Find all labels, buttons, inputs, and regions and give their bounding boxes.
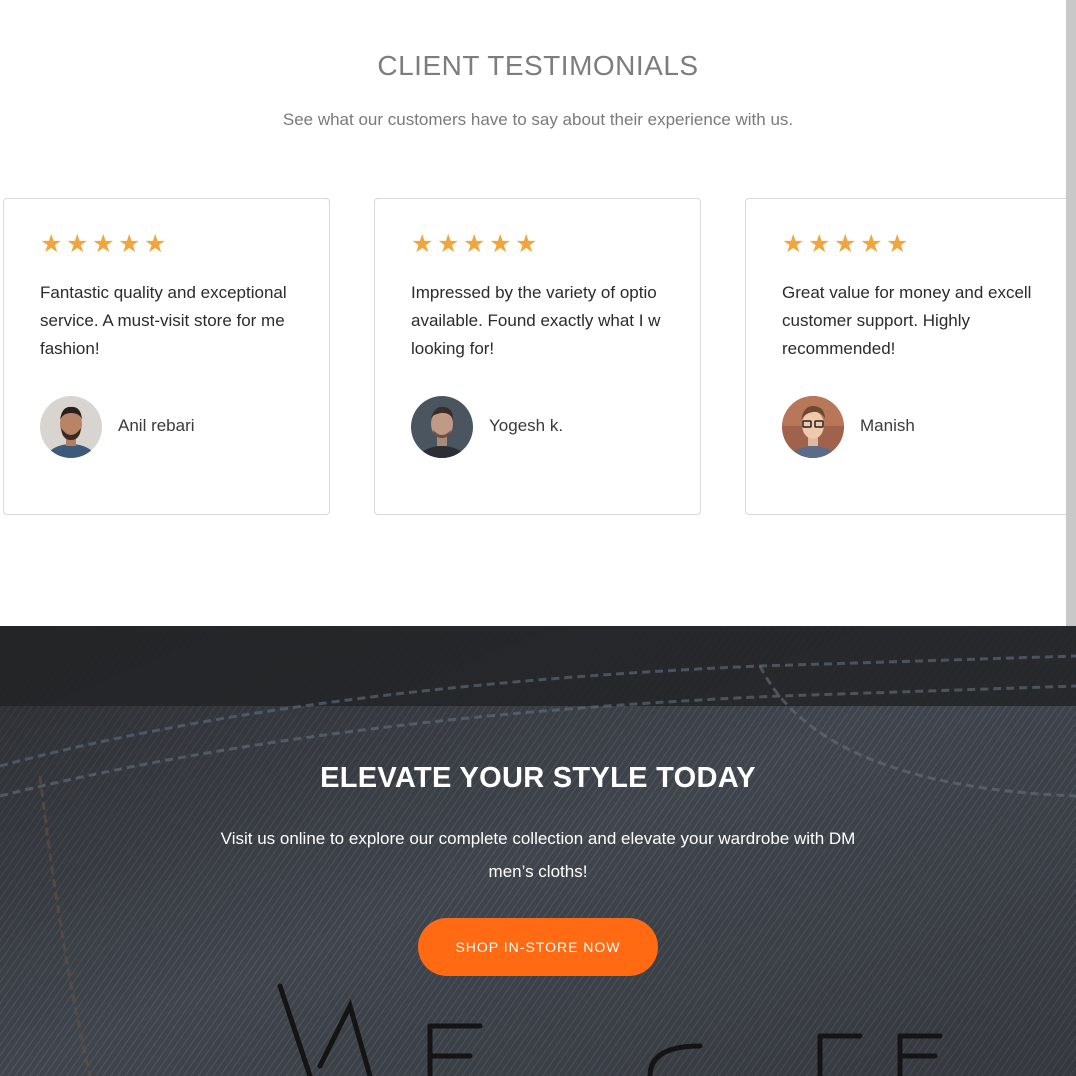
star-rating: ★ ★ ★ ★ ★	[411, 229, 541, 259]
avatar	[782, 396, 844, 458]
testimonial-card: ★ ★ ★ ★ ★ Great value for money and excell c…	[745, 198, 1066, 515]
author-name: Yogesh k.	[489, 416, 564, 435]
testimonial-quote: Impressed by the variety of optio availa…	[411, 283, 661, 358]
testimonial-card: ★ ★ ★ ★ ★ Impressed by the variety of optio …	[374, 198, 701, 515]
star-icon: ★	[40, 230, 64, 258]
star-icon: ★	[118, 230, 142, 258]
star-icon: ★	[808, 230, 832, 258]
star-icon: ★	[66, 230, 90, 258]
star-icon: ★	[437, 230, 461, 258]
star-icon: ★	[886, 230, 910, 258]
author-name: Manish	[860, 416, 915, 435]
avatar	[411, 396, 473, 458]
star-icon: ★	[463, 230, 487, 258]
star-icon: ★	[144, 230, 168, 258]
star-rating: ★ ★ ★ ★ ★	[782, 229, 912, 259]
star-icon: ★	[860, 230, 884, 258]
shop-in-store-button[interactable]: SHOP IN-STORE NOW	[418, 918, 658, 976]
testimonial-card: ★ ★ ★ ★ ★ Fantastic quality and exceptional …	[3, 198, 330, 515]
author-name: Anil rebari	[118, 416, 195, 435]
star-icon: ★	[782, 230, 806, 258]
section-subtitle: See what our customers have to say about…	[282, 110, 794, 129]
cta-title: ELEVATE YOUR STYLE TODAY	[320, 762, 756, 794]
star-icon: ★	[834, 230, 858, 258]
star-icon: ★	[92, 230, 116, 258]
star-icon: ★	[515, 230, 539, 258]
testimonial-quote: Fantastic quality and exceptional servic…	[40, 283, 287, 358]
star-rating: ★ ★ ★ ★ ★	[40, 229, 170, 259]
cta-banner: ELEVATE YOUR STYLE TODAY Visit us online…	[0, 626, 1076, 1076]
testimonial-quote: Great value for money and excell custome…	[782, 283, 1032, 358]
star-icon: ★	[489, 230, 513, 258]
testimonials-section: CLIENT TESTIMONIALS See what our custome…	[0, 0, 1066, 626]
cta-text: Visit us online to explore our complete …	[220, 829, 856, 881]
star-icon: ★	[411, 230, 435, 258]
avatar	[40, 396, 102, 458]
scrollbar[interactable]	[1066, 0, 1076, 626]
section-title: CLIENT TESTIMONIALS	[377, 50, 699, 81]
